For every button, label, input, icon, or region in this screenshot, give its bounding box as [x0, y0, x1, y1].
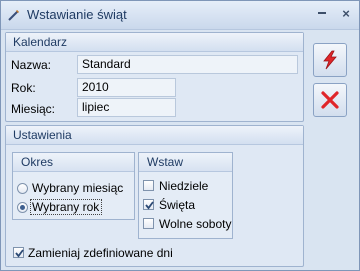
cancel-button[interactable]	[313, 83, 347, 117]
okres-header: Okres	[21, 155, 54, 169]
wstaw-group: Wstaw Niedziele Święta Wolne soboty	[138, 152, 233, 239]
minimize-icon[interactable]	[314, 6, 330, 22]
lightning-icon	[323, 50, 337, 70]
checkbox[interactable]	[143, 218, 154, 229]
checkbox-label: Niedziele	[159, 179, 209, 193]
window-title: Wstawianie świąt	[27, 7, 127, 22]
radio-button[interactable]	[17, 183, 28, 194]
checkbox-label: Wolne soboty	[159, 217, 232, 231]
checkbox-label: Zamieniaj zdefiniowane dni	[28, 246, 173, 260]
radio-label: Wybrany rok	[32, 200, 100, 214]
confirm-button[interactable]	[313, 43, 347, 77]
close-icon[interactable]: ×	[338, 6, 354, 22]
nazwa-field[interactable]: Standard	[77, 55, 298, 74]
kalendarz-header: Kalendarz	[13, 35, 68, 49]
checkbox[interactable]	[143, 199, 154, 210]
radio-button[interactable]	[17, 202, 28, 213]
miesiac-label: Miesiąc:	[11, 102, 56, 116]
okres-group: Okres Wybrany miesiąc Wybrany rok	[12, 152, 135, 220]
kalendarz-panel: Kalendarz Nazwa: Standard Rok: 2010 Mies…	[5, 32, 304, 122]
red-x-icon	[321, 91, 339, 109]
app-icon	[8, 10, 19, 21]
checkbox[interactable]	[13, 247, 24, 258]
checkbox-label: Święta	[159, 198, 196, 212]
dialog-window: Wstawianie świąt × Kalendarz Nazwa: Stan…	[0, 0, 360, 271]
ustawienia-panel: Ustawienia Okres Wybrany miesiąc Wybrany…	[5, 125, 304, 267]
checkmark-icon	[15, 249, 24, 258]
ustawienia-header: Ustawienia	[13, 128, 72, 142]
radio-label: Wybrany miesiąc	[32, 181, 124, 195]
rok-label: Rok:	[11, 81, 36, 95]
checkmark-icon	[145, 201, 154, 210]
nazwa-label: Nazwa:	[11, 58, 52, 72]
wstaw-header: Wstaw	[147, 155, 183, 169]
miesiac-field[interactable]: lipiec	[77, 98, 176, 117]
title-bar[interactable]: Wstawianie świąt ×	[1, 1, 359, 30]
rok-field[interactable]: 2010	[77, 78, 176, 97]
checkbox[interactable]	[143, 180, 154, 191]
